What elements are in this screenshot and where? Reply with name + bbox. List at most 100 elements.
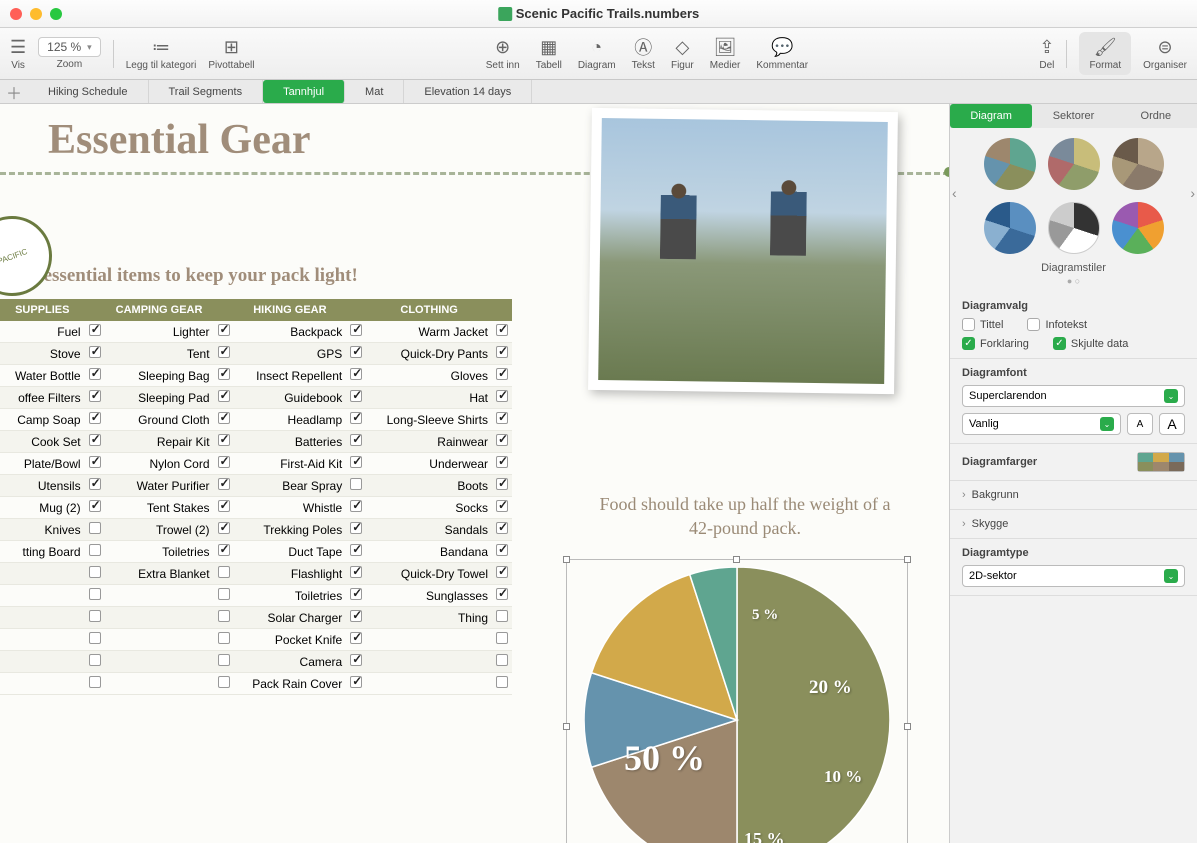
checkbox-cell[interactable]	[346, 563, 366, 585]
sheet-tab[interactable]: Tannhjul	[263, 80, 345, 103]
checkbox-cell[interactable]	[492, 563, 512, 585]
text-button[interactable]: ⒶTekst	[632, 36, 655, 71]
table-cell[interactable]: GPS	[234, 343, 347, 365]
checkbox-cell[interactable]	[85, 453, 105, 475]
inspector-tab[interactable]: Diagram	[950, 104, 1032, 128]
resize-handle[interactable]	[733, 556, 740, 563]
table-cell[interactable]: Camp Soap	[0, 409, 85, 431]
table-cell[interactable]: Gloves	[366, 365, 492, 387]
checkbox-cell[interactable]	[346, 475, 366, 497]
share-button[interactable]: ⇪Del	[1039, 36, 1054, 71]
checkbox-cell[interactable]	[85, 321, 105, 343]
view-button[interactable]: ☰ Vis	[10, 36, 26, 71]
table-cell[interactable]: Underwear	[366, 453, 492, 475]
checkbox-cell[interactable]	[492, 365, 512, 387]
table-cell[interactable]: Guidebook	[234, 387, 347, 409]
checkbox-cell[interactable]	[214, 387, 234, 409]
table-cell[interactable]: Thing	[366, 607, 492, 629]
table-cell[interactable]: Ground Cloth	[105, 409, 214, 431]
table-cell[interactable]: Mug (2)	[0, 497, 85, 519]
checkbox-cell[interactable]	[346, 387, 366, 409]
table-cell[interactable]	[0, 563, 85, 585]
add-category-button[interactable]: ≔ Legg til kategori	[126, 36, 197, 71]
fullscreen-window-button[interactable]	[50, 8, 62, 20]
table-cell[interactable]: Tent Stakes	[105, 497, 214, 519]
table-cell[interactable]: Trowel (2)	[105, 519, 214, 541]
table-cell[interactable]: Socks	[366, 497, 492, 519]
table-cell[interactable]: Solar Charger	[234, 607, 347, 629]
table-cell[interactable]: Pack Rain Cover	[234, 673, 347, 695]
table-cell[interactable]	[0, 629, 85, 651]
table-cell[interactable]	[105, 607, 214, 629]
pivot-button[interactable]: ⊞ Pivottabell	[208, 36, 254, 71]
table-cell[interactable]: Sleeping Pad	[105, 387, 214, 409]
checkbox-cell[interactable]	[85, 431, 105, 453]
inspector-tab[interactable]: Ordne	[1115, 104, 1197, 128]
table-cell[interactable]: Plate/Bowl	[0, 453, 85, 475]
checkbox-cell[interactable]	[214, 453, 234, 475]
checkbox-cell[interactable]	[214, 409, 234, 431]
table-cell[interactable]: Quick-Dry Towel	[366, 563, 492, 585]
media-button[interactable]: 🖼Medier	[710, 36, 741, 71]
pie-chart-selected[interactable]: 50 %5 %20 %10 %15 % Rediger datareferans…	[564, 557, 910, 843]
chart-style-thumb[interactable]	[1048, 202, 1100, 254]
table-cell[interactable]: Hat	[366, 387, 492, 409]
option-title-checkbox[interactable]: Tittel	[962, 318, 1003, 331]
table-cell[interactable]	[366, 673, 492, 695]
table-cell[interactable]	[366, 651, 492, 673]
table-cell[interactable]: Headlamp	[234, 409, 347, 431]
table-button[interactable]: ▦Tabell	[536, 36, 562, 71]
checkbox-cell[interactable]	[492, 497, 512, 519]
organize-button[interactable]: ⊜Organiser	[1143, 36, 1187, 71]
checkbox-cell[interactable]	[85, 673, 105, 695]
sheet-tab[interactable]: Elevation 14 days	[404, 80, 532, 103]
checkbox-cell[interactable]	[85, 651, 105, 673]
table-cell[interactable]	[0, 651, 85, 673]
checkbox-cell[interactable]	[85, 409, 105, 431]
checkbox-cell[interactable]	[492, 453, 512, 475]
checkbox-cell[interactable]	[85, 607, 105, 629]
checkbox-cell[interactable]	[492, 673, 512, 695]
table-cell[interactable]: Flashlight	[234, 563, 347, 585]
table-cell[interactable]: Rainwear	[366, 431, 492, 453]
chart-style-thumb[interactable]	[1048, 138, 1100, 190]
table-cell[interactable]: Duct Tape	[234, 541, 347, 563]
table-cell[interactable]: Bandana	[366, 541, 492, 563]
format-button[interactable]: 🖌Format	[1079, 32, 1131, 75]
table-cell[interactable]: Quick-Dry Pants	[366, 343, 492, 365]
font-larger-button[interactable]: A	[1159, 413, 1185, 435]
table-cell[interactable]	[105, 651, 214, 673]
table-cell[interactable]: tting Board	[0, 541, 85, 563]
checkbox-cell[interactable]	[214, 541, 234, 563]
chart-style-thumb[interactable]	[984, 138, 1036, 190]
checkbox-cell[interactable]	[346, 629, 366, 651]
checkbox-cell[interactable]	[346, 497, 366, 519]
checkbox-cell[interactable]	[214, 607, 234, 629]
checkbox-cell[interactable]	[214, 585, 234, 607]
photo[interactable]	[588, 108, 898, 394]
checkbox-cell[interactable]	[214, 629, 234, 651]
sheet-tab[interactable]: Hiking Schedule	[28, 80, 149, 103]
checkbox-cell[interactable]	[214, 519, 234, 541]
checkbox-cell[interactable]	[346, 431, 366, 453]
table-cell[interactable]: Utensils	[0, 475, 85, 497]
table-cell[interactable]: Whistle	[234, 497, 347, 519]
checkbox-cell[interactable]	[85, 541, 105, 563]
checkbox-cell[interactable]	[492, 431, 512, 453]
checkbox-cell[interactable]	[214, 651, 234, 673]
checkbox-cell[interactable]	[85, 387, 105, 409]
table-cell[interactable]: Boots	[366, 475, 492, 497]
font-smaller-button[interactable]: A	[1127, 413, 1153, 435]
table-cell[interactable]: Cook Set	[0, 431, 85, 453]
checkbox-cell[interactable]	[492, 629, 512, 651]
checkbox-cell[interactable]	[214, 563, 234, 585]
checkbox-cell[interactable]	[214, 431, 234, 453]
inspector-tab[interactable]: Sektorer	[1032, 104, 1114, 128]
checkbox-cell[interactable]	[346, 585, 366, 607]
checkbox-cell[interactable]	[85, 343, 105, 365]
table-cell[interactable]: Sandals	[366, 519, 492, 541]
table-cell[interactable]: Fuel	[0, 321, 85, 343]
table-cell[interactable]: Tent	[105, 343, 214, 365]
table-cell[interactable]: offee Filters	[0, 387, 85, 409]
option-infotext-checkbox[interactable]: Infotekst	[1027, 318, 1087, 331]
